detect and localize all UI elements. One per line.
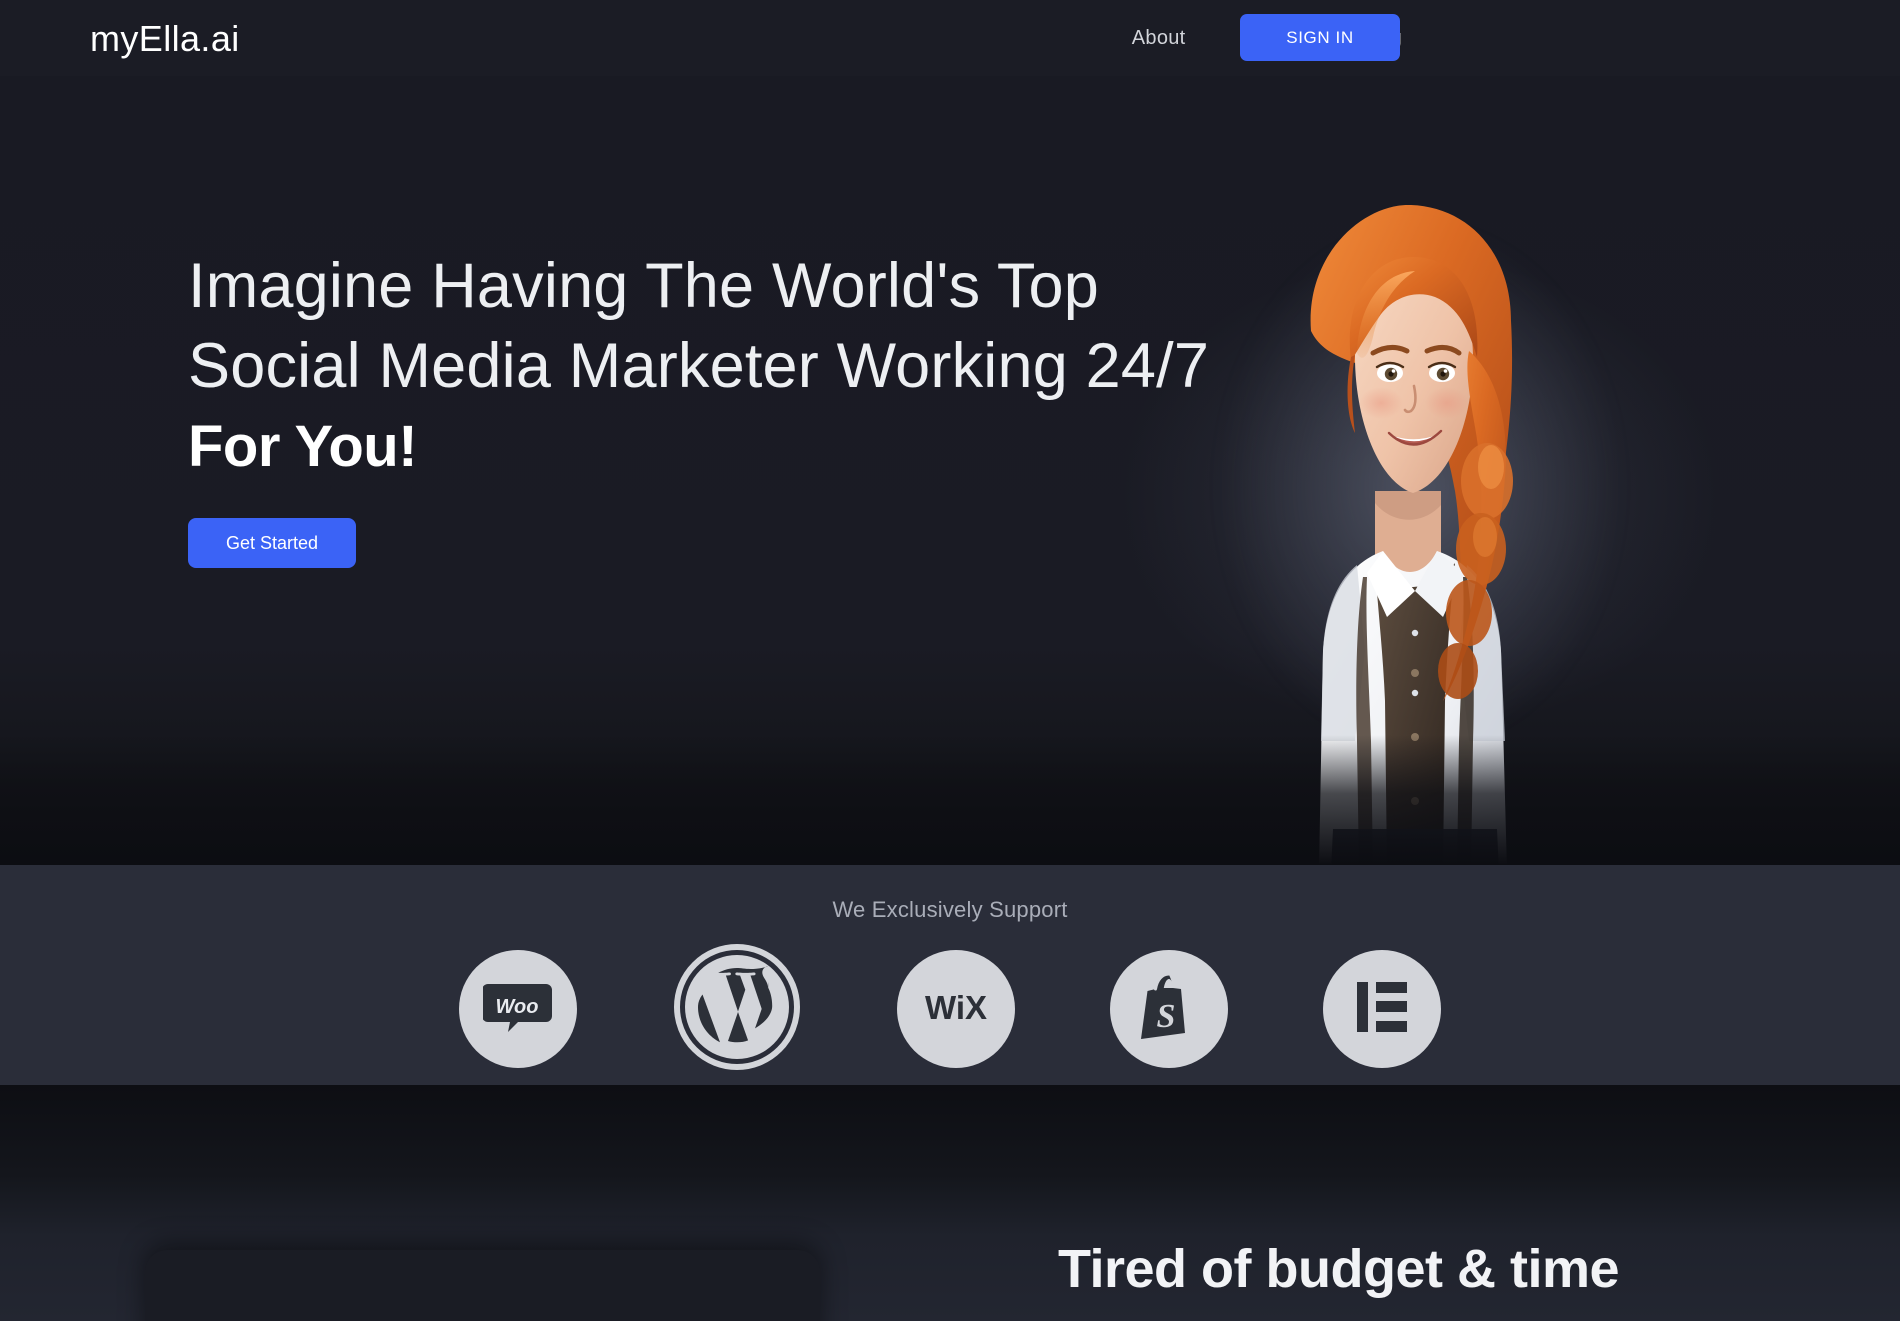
hero-headline-emphasis: For You! (188, 414, 418, 479)
benefits-heading: Tired of budget & time (1058, 1239, 1620, 1299)
hero-copy: Imagine Having The World's Top Social Me… (188, 246, 1268, 568)
sign-in-button[interactable]: SIGN IN (1240, 14, 1400, 61)
elementor-icon (1353, 978, 1411, 1041)
wordpress-icon (672, 942, 802, 1077)
platform-badge-woocommerce[interactable]: Woo (459, 950, 577, 1068)
platform-badge-wix[interactable]: WiX (897, 950, 1015, 1068)
site-header: myElla.ai About Pricing Blog SIGN IN (0, 0, 1900, 76)
hero-section: Imagine Having The World's Top Social Me… (0, 76, 1900, 865)
shopify-icon: S (1137, 971, 1201, 1048)
platform-badge-shopify[interactable]: S (1110, 950, 1228, 1068)
platform-badge-wordpress[interactable] (672, 942, 802, 1077)
benefits-section: Tired of budget & time (0, 1085, 1900, 1321)
platform-badge-elementor[interactable] (1323, 950, 1441, 1068)
hero-avatar-illustration (1215, 181, 1595, 865)
hero-bottom-fade (0, 735, 1900, 865)
supported-platforms-section: We Exclusively Support Woo WiX S (0, 865, 1900, 1085)
svg-text:S: S (1157, 998, 1176, 1035)
nav-item-about[interactable]: About (1132, 27, 1186, 50)
svg-text:WiX: WiX (925, 989, 987, 1026)
platform-logo-row: Woo WiX S (0, 942, 1900, 1077)
hero-headline-line-2: Social Media Marketer Working 24/7 (188, 331, 1210, 401)
svg-text:Woo: Woo (496, 996, 539, 1018)
wix-icon: WiX (912, 985, 1000, 1034)
hero-headline-line-1: Imagine Having The World's Top (188, 251, 1100, 321)
landing-page: myElla.ai About Pricing Blog SIGN IN (0, 0, 1900, 1321)
get-started-button[interactable]: Get Started (188, 518, 356, 568)
media-preview-card (145, 1250, 820, 1321)
woocommerce-icon: Woo (482, 979, 553, 1040)
supported-platforms-title: We Exclusively Support (832, 897, 1068, 922)
site-logo[interactable]: myElla.ai (90, 18, 240, 60)
